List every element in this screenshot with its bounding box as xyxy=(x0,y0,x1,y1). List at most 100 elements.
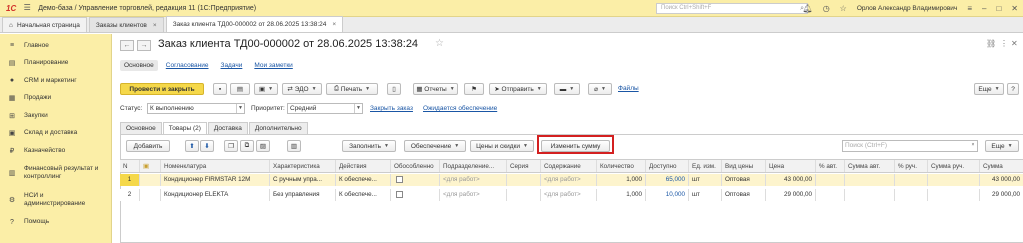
sidebar-item-main[interactable]: ≡ Главное xyxy=(0,37,111,55)
col-sum-auto[interactable]: Сумма авт. xyxy=(845,160,895,172)
cell-sum-manual[interactable] xyxy=(928,174,980,186)
post-icon[interactable]: ▤ xyxy=(230,83,250,95)
attachment-icon[interactable]: ▯ xyxy=(387,83,401,95)
cell-action[interactable]: К обеспече... xyxy=(336,174,391,186)
cell-item[interactable]: Кондиционер ELEKTA xyxy=(161,189,270,201)
col-price-type[interactable]: Вид цены xyxy=(722,160,766,172)
cell-unit[interactable]: шт xyxy=(689,174,722,186)
cell-content[interactable]: <для работ> xyxy=(541,189,597,201)
close-icon[interactable]: ✕ xyxy=(1011,4,1018,13)
clear-icon[interactable]: × xyxy=(969,141,977,151)
minimize-icon[interactable]: – xyxy=(982,4,986,13)
col-pct-manual[interactable]: % руч. xyxy=(895,160,928,172)
tab-current-order[interactable]: Заказ клиента ТД00-000002 от 28.06.2025 … xyxy=(165,16,344,32)
add-button[interactable]: Добавить xyxy=(126,140,170,152)
help-button[interactable]: ? xyxy=(1007,83,1019,95)
cell-pct-auto[interactable] xyxy=(816,189,845,201)
maximize-icon[interactable]: □ xyxy=(996,4,1001,13)
sidebar-item-finance[interactable]: ▥ Финансовый результат и контроллинг xyxy=(0,160,111,187)
edo-button[interactable]: ⇄ ЭДО ▼ xyxy=(282,83,322,95)
cell-unit[interactable]: шт xyxy=(689,189,722,201)
paste-icon[interactable]: ▨ xyxy=(256,140,270,152)
priority-select[interactable]: Средний ▼ xyxy=(287,103,363,114)
reports-button[interactable]: ▦ Отчеты ▼ xyxy=(413,83,458,95)
waiting-provision-link[interactable]: Ожидается обеспечение xyxy=(423,105,497,112)
sidebar-item-crm[interactable]: ● CRM и маркетинг xyxy=(0,72,111,90)
close-tab-icon[interactable]: × xyxy=(332,21,336,28)
barcode-icon[interactable]: ▥ xyxy=(287,140,301,152)
global-search-input[interactable]: Поиск Ctrl+Shift+F ⌕ xyxy=(656,3,808,14)
copy-rows-icon[interactable]: ⧉ xyxy=(240,140,254,152)
col-item[interactable]: Номенклатура xyxy=(161,160,270,172)
cell-sum-manual[interactable] xyxy=(928,189,980,201)
tab-delivery[interactable]: Доставка xyxy=(207,122,248,134)
create-based-icon[interactable]: ▣ ▼ xyxy=(254,83,278,95)
col-sum[interactable]: Сумма xyxy=(980,160,1023,172)
cell-dept[interactable]: <для работ> xyxy=(440,189,507,201)
settings-icon[interactable]: ≡ xyxy=(967,4,972,13)
cell-sum-auto[interactable] xyxy=(845,189,895,201)
tab-home[interactable]: ⌂ Начальная страница xyxy=(2,17,87,32)
back-button[interactable]: ← xyxy=(120,40,134,51)
files-link[interactable]: Файлы xyxy=(618,85,639,92)
tab-orders[interactable]: Заказы клиентов × xyxy=(88,17,164,32)
sidebar-item-treasury[interactable]: ₽ Казначейство xyxy=(0,142,111,160)
cell-price-type[interactable]: Оптовая xyxy=(722,189,766,201)
post-and-close-button[interactable]: Провести и закрыть xyxy=(120,83,204,95)
prices-discounts-button[interactable]: Цены и скидки ▼ xyxy=(470,140,534,152)
tab-main[interactable]: Основное xyxy=(120,122,162,134)
print-button[interactable]: ⎙ Печать ▼ xyxy=(326,83,378,95)
send-button[interactable]: ➤ Отправить ▼ xyxy=(489,83,547,95)
col-n[interactable]: N xyxy=(120,160,140,172)
sidebar-item-purchases[interactable]: ⊞ Закупки xyxy=(0,107,111,125)
star-icon[interactable]: ☆ xyxy=(840,4,847,13)
sidebar-item-admin[interactable]: ⚙ НСИ и администрирование xyxy=(0,187,111,214)
col-content[interactable]: Содержание xyxy=(541,160,597,172)
subtab-notes[interactable]: Мои заметки xyxy=(250,60,296,71)
cell-sum-auto[interactable] xyxy=(845,174,895,186)
cell-qty[interactable]: 1,000 xyxy=(597,189,646,201)
status-select[interactable]: К выполнению ▼ xyxy=(147,103,245,114)
cell-dept[interactable]: <для работ> xyxy=(440,174,507,186)
more-button[interactable]: Еще ▼ xyxy=(974,83,1004,95)
cell-price-type[interactable]: Оптовая xyxy=(722,174,766,186)
col-pct-auto[interactable]: % авт. xyxy=(816,160,845,172)
close-form-icon[interactable]: ✕ xyxy=(1011,39,1018,48)
cell-series[interactable] xyxy=(507,189,541,201)
col-separate[interactable]: Обособленно xyxy=(391,160,440,172)
close-order-link[interactable]: Закрыть заказ xyxy=(370,105,413,112)
subtab-approval[interactable]: Согласование xyxy=(162,60,213,71)
table-search-input[interactable]: Поиск (Ctrl+F) × xyxy=(842,140,978,152)
favorite-star-icon[interactable]: ☆ xyxy=(435,38,444,49)
cell-available[interactable]: 10,000 xyxy=(646,189,689,201)
cell-characteristic[interactable]: Без управления xyxy=(270,189,336,201)
cell-content[interactable]: <для работ> xyxy=(541,174,597,186)
menu-icon[interactable]: ☰ xyxy=(22,3,32,13)
cell-pct-auto[interactable] xyxy=(816,174,845,186)
cell-characteristic[interactable]: С ручным упра... xyxy=(270,174,336,186)
chevron-down-icon[interactable]: ▼ xyxy=(236,104,244,113)
structure-icon[interactable]: ⚑ xyxy=(464,83,484,95)
subtab-main[interactable]: Основное xyxy=(120,60,158,71)
paperclip-icon[interactable]: ⌀ ▼ xyxy=(588,83,612,95)
col-available[interactable]: Доступно xyxy=(646,160,689,172)
sidebar-item-help[interactable]: ? Помощь xyxy=(0,214,111,232)
col-sum-manual[interactable]: Сумма руч. xyxy=(928,160,980,172)
table-more-button[interactable]: Еще ▼ xyxy=(985,140,1019,152)
table-row[interactable]: 2 Кондиционер ELEKTA Без управления К об… xyxy=(120,189,1023,201)
subtab-tasks[interactable]: Задачи xyxy=(217,60,247,71)
bell-icon[interactable]: 🔔︎ xyxy=(803,4,813,13)
sidebar-item-warehouse[interactable]: ▣ Склад и доставка xyxy=(0,125,111,143)
cell-pct-manual[interactable] xyxy=(895,189,928,201)
col-qty[interactable]: Количество xyxy=(597,160,646,172)
link-icon[interactable]: ⛓ xyxy=(986,39,996,48)
cell-separate[interactable] xyxy=(391,174,440,186)
col-series[interactable]: Серия xyxy=(507,160,541,172)
fill-button[interactable]: Заполнить ▼ xyxy=(342,140,396,152)
separate-checkbox[interactable] xyxy=(396,190,403,198)
provision-button[interactable]: Обеспечение ▼ xyxy=(404,140,466,152)
tab-additional[interactable]: Дополнительно xyxy=(248,122,308,134)
forward-button[interactable]: → xyxy=(137,40,151,51)
col-unit[interactable]: Ед. изм. xyxy=(689,160,722,172)
sidebar-item-sales[interactable]: ▦ Продажи xyxy=(0,90,111,108)
